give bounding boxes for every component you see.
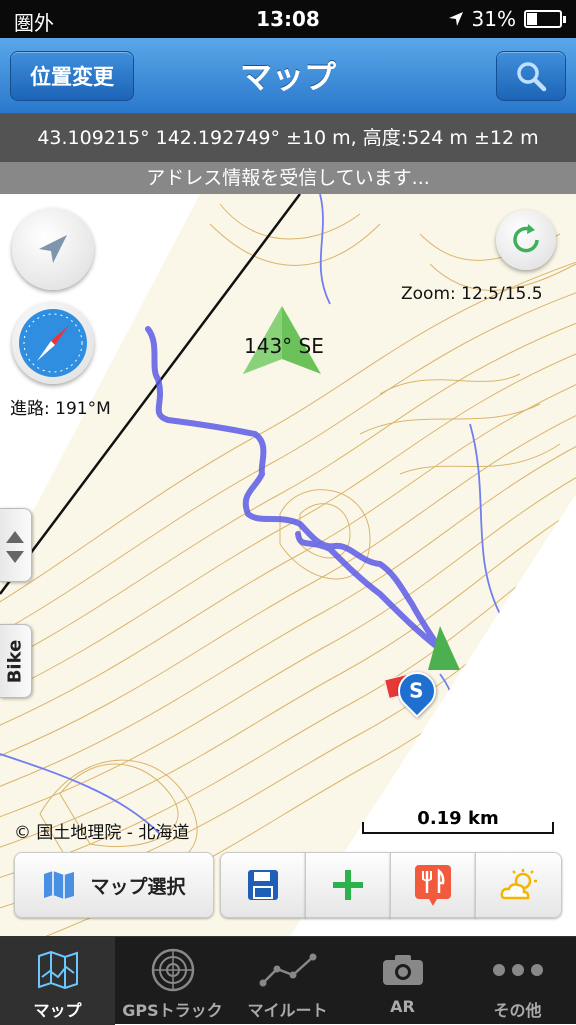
refresh-button[interactable]	[496, 210, 556, 270]
map-toolbar: マップ選択	[14, 852, 562, 920]
save-button[interactable]	[220, 852, 306, 918]
weather-button[interactable]	[475, 852, 562, 918]
compass-button[interactable]	[12, 302, 94, 384]
tab-ar[interactable]: AR	[345, 937, 460, 1025]
scale-label: 0.19 km	[417, 808, 499, 829]
navigation-arrow-icon	[39, 235, 67, 263]
course-label: 進路: 191°M	[10, 399, 111, 419]
zoom-label: Zoom: 12.5/15.5	[401, 284, 543, 304]
add-button[interactable]	[305, 852, 391, 918]
battery-icon	[524, 10, 566, 28]
search-button[interactable]	[496, 51, 566, 101]
compass-icon	[19, 309, 87, 377]
tab-more-label: その他	[493, 1001, 542, 1020]
bike-mode-label: Bike	[4, 639, 26, 684]
navigation-bar: 位置変更 マップ	[0, 38, 576, 114]
coordinates-bar: 43.109215° 142.192749° ±10 m, 高度:524 m ±…	[0, 114, 576, 162]
status-bar: 圏外 13:08 31%	[0, 0, 576, 38]
panel-toggle-tab[interactable]	[0, 508, 32, 582]
tab-my-route[interactable]: マイルート	[230, 937, 345, 1025]
weather-icon	[500, 869, 537, 900]
route-icon	[259, 953, 316, 987]
refresh-icon	[513, 224, 539, 253]
add-icon	[333, 870, 363, 900]
map-select-button[interactable]: マップ選択	[14, 852, 214, 918]
tab-map[interactable]: マップ	[0, 937, 115, 1025]
camera-icon	[382, 955, 423, 985]
map-icon	[37, 951, 78, 989]
map-select-label: マップ選択	[90, 875, 186, 898]
bike-mode-tab[interactable]: Bike	[0, 624, 32, 698]
search-icon	[517, 62, 547, 92]
tab-my-route-label: マイルート	[247, 1001, 328, 1020]
restaurant-icon	[415, 865, 451, 906]
location-arrow-icon	[448, 12, 463, 26]
copyright-label: © 国土地理院 - 北海道	[14, 823, 190, 843]
tab-bar: マップ GPSトラック マイルート AR その他	[0, 936, 576, 1025]
tab-more[interactable]: その他	[460, 937, 576, 1025]
tab-ar-label: AR	[390, 997, 415, 1016]
scale-bar: 0.19 km	[360, 808, 556, 838]
page-title: マップ	[239, 58, 336, 96]
tab-gps-track-label: GPSトラック	[122, 1001, 223, 1020]
gps-marker-label: S	[409, 678, 424, 703]
tab-map-label: マップ	[33, 1001, 82, 1020]
more-icon	[492, 964, 543, 976]
locate-button[interactable]	[12, 208, 94, 290]
heading-label: 143° SE	[244, 334, 324, 358]
restaurant-button[interactable]	[390, 852, 476, 918]
map-icon	[44, 871, 75, 899]
tab-gps-track[interactable]: GPSトラック	[115, 937, 230, 1025]
address-bar: アドレス情報を受信しています...	[0, 162, 576, 194]
save-icon	[248, 870, 278, 900]
battery-percent: 31%	[471, 7, 516, 31]
status-right: 31%	[448, 7, 566, 31]
up-down-arrows-icon	[6, 531, 24, 563]
radar-icon	[151, 948, 194, 992]
map-view[interactable]: 143° SE Zoom: 12.5/15.5 進路: 191°M © 国土地理…	[0, 194, 576, 936]
